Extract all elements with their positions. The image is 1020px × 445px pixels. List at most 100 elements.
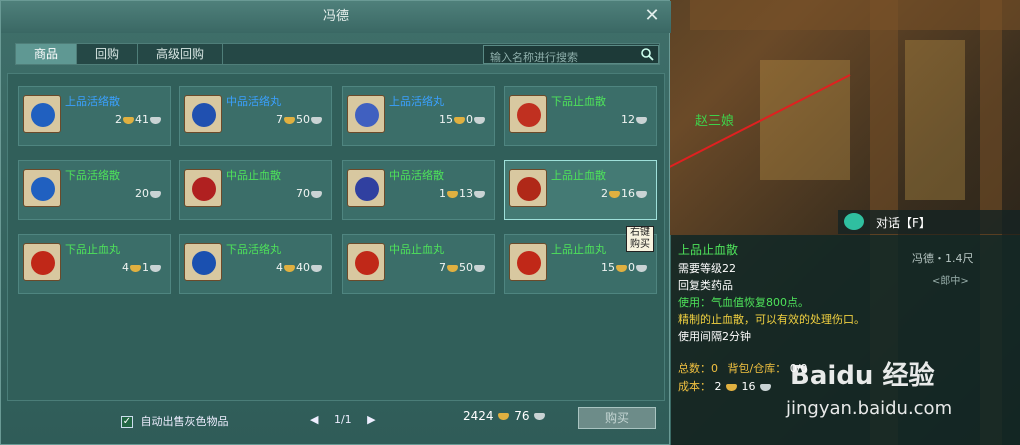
tooltip-type: 回复类药品 (678, 279, 733, 292)
gold-ingot-icon (447, 264, 458, 272)
watermark-url: jingyan.baidu.com (786, 398, 953, 419)
tooltip-interval: 使用间隔2分钟 (678, 330, 751, 343)
item-name: 上品活络散 (65, 95, 120, 108)
auto-sell-option[interactable]: ✓ 自动出售灰色物品 (121, 413, 229, 429)
silver-ingot-icon (150, 190, 161, 198)
gold-ingot-icon (726, 383, 737, 391)
shop-window: 冯德 ✕ 商品 回购 高级回购 上品活络散241中品活络丸750上品活络丸150… (0, 0, 671, 445)
prev-page-icon[interactable]: ◀ (310, 413, 318, 426)
medicine-icon (509, 169, 547, 207)
medicine-icon (184, 169, 222, 207)
gold-ingot-icon (447, 190, 458, 198)
price-silver: 0 (628, 261, 635, 274)
price-gold: 4 (122, 261, 129, 274)
price-silver: 12 (621, 113, 635, 126)
item-name: 下品活络散 (65, 169, 120, 182)
tooltip-title: 上品止血散 (678, 243, 739, 257)
next-page-icon[interactable]: ▶ (367, 413, 375, 426)
tooltip-bag-label: 背包/仓库： (727, 362, 787, 375)
tab-goods[interactable]: 商品 (16, 44, 78, 64)
price-gold: 15 (601, 261, 615, 274)
item-name: 下品止血丸 (65, 243, 120, 256)
medicine-icon (509, 243, 547, 281)
item-name: 上品止血丸 (551, 243, 606, 256)
silver-ingot-icon (760, 383, 771, 391)
price-gold: 7 (276, 113, 283, 126)
medicine-icon (23, 243, 61, 281)
price-gold: 4 (276, 261, 283, 274)
tab-buyback[interactable]: 回购 (77, 44, 139, 64)
item-price: 1 13 (439, 187, 486, 200)
medicine-icon (347, 169, 385, 207)
shop-item[interactable]: 中品活络丸 7 50 (179, 86, 332, 146)
talk-prompt[interactable]: 对话【F】 (838, 210, 1020, 234)
item-name: 下品活络丸 (226, 243, 281, 256)
price-silver: 50 (296, 113, 310, 126)
gold-ingot-icon (284, 116, 295, 124)
close-icon[interactable]: ✕ (643, 7, 661, 25)
price-silver: 40 (296, 261, 310, 274)
medicine-icon (347, 95, 385, 133)
item-name: 下品止血散 (551, 95, 606, 108)
gold-amount: 2424 (463, 409, 494, 423)
price-silver: 1 (142, 261, 149, 274)
gold-ingot-icon (130, 264, 141, 272)
silver-ingot-icon (311, 190, 322, 198)
medicine-icon (184, 95, 222, 133)
item-price: 12 (621, 113, 648, 126)
shop-item[interactable]: 下品止血散 12 (504, 86, 657, 146)
title-bar[interactable]: 冯德 ✕ (1, 1, 671, 33)
shop-item[interactable]: 中品活络散 1 13 (342, 160, 495, 220)
auto-sell-label: 自动出售灰色物品 (140, 415, 229, 428)
checkbox-icon[interactable]: ✓ (121, 416, 133, 428)
search-input[interactable] (484, 49, 634, 66)
search-box (483, 45, 659, 66)
item-name: 中品活络丸 (226, 95, 281, 108)
shop-item[interactable]: 中品止血散 70 (179, 160, 332, 220)
right-click-buy-tip: 右键购买 (626, 226, 654, 252)
item-name: 上品止血散 (551, 169, 606, 182)
silver-ingot-icon (150, 264, 161, 272)
shop-item[interactable]: 下品止血丸 4 1 (18, 234, 171, 294)
item-price: 15 0 (601, 261, 648, 274)
price-silver: 70 (296, 187, 310, 200)
shop-item[interactable]: 上品活络散 2 41 (18, 86, 171, 146)
shop-item[interactable]: 中品止血丸 7 50 (342, 234, 495, 294)
price-gold: 7 (439, 261, 446, 274)
tab-advanced-buyback[interactable]: 高级回购 (138, 44, 224, 64)
silver-ingot-icon (474, 264, 485, 272)
tooltip-level: 需要等级22 (678, 262, 736, 275)
medicine-icon (23, 169, 61, 207)
gold-ingot-icon (609, 190, 620, 198)
item-price: 2 41 (115, 113, 162, 126)
silver-ingot-icon (534, 413, 546, 420)
shop-item[interactable]: 上品止血散 2 16 (504, 160, 657, 220)
search-icon[interactable] (640, 47, 654, 61)
shop-item[interactable]: 下品活络丸 4 40 (179, 234, 332, 294)
gold-ingot-icon (123, 116, 134, 124)
npc-title-label: <郎中> (932, 276, 969, 287)
shop-item[interactable]: 下品活络散 20 (18, 160, 171, 220)
silver-ingot-icon (150, 116, 161, 124)
item-name: 上品活络丸 (389, 95, 444, 108)
silver-ingot-icon (636, 264, 647, 272)
medicine-icon (23, 95, 61, 133)
silver-ingot-icon (636, 116, 647, 124)
talk-label: 对话【F】 (876, 216, 931, 230)
tooltip-cost-silver: 16 (741, 380, 756, 393)
gold-ingot-icon (616, 264, 627, 272)
tooltip-total: 总数：0 (678, 362, 718, 375)
item-grid: 上品活络散 2 41 中品活络丸 7 50 上品活络丸 15 0 下品止血散 12 下品活络散 20 中品… (7, 73, 665, 401)
buy-button[interactable]: 购买 (578, 407, 656, 429)
item-price: 41 (122, 261, 162, 274)
window-title: 冯德 (322, 9, 349, 24)
price-gold: 1 (439, 187, 446, 200)
item-price: 70 (296, 187, 323, 200)
gold-ingot-icon (454, 116, 465, 124)
gold-ingot-icon (284, 264, 295, 272)
price-silver: 13 (459, 187, 473, 200)
price-silver: 0 (466, 113, 473, 126)
player-money: 2424 76 (463, 409, 546, 423)
shop-item[interactable]: 上品活络丸 15 0 (342, 86, 495, 146)
chat-bubble-icon (844, 213, 864, 230)
